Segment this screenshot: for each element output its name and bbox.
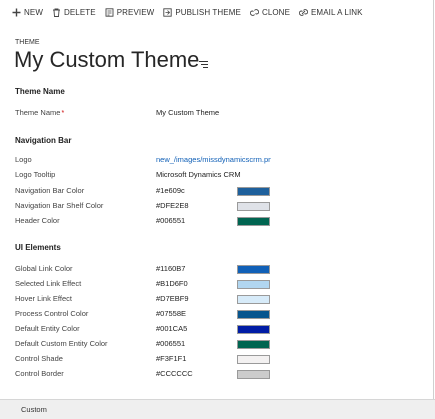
logo-label: Logo [15,155,32,164]
selected-link-effect-label: Selected Link Effect [15,279,82,288]
process-control-color-label: Process Control Color [15,309,89,318]
logo-tooltip-label: Logo Tooltip [15,170,56,179]
publish-theme-button[interactable]: PUBLISH THEME [163,8,241,17]
publish-theme-button-label: PUBLISH THEME [175,7,241,17]
header-color-swatch [237,217,270,226]
footer-status-label: Custom [21,405,47,414]
default-entity-color-row: Default Entity Color #001CA5 [15,324,435,336]
command-bar: NEW DELETE PREVIEW PUBLISH THEME CLONE E… [0,0,435,24]
control-shade-swatch [237,355,270,364]
title-menu-icon[interactable] [199,61,208,70]
hover-link-effect-row: Hover Link Effect #D7EBF9 [15,294,435,306]
email-a-link-button[interactable]: EMAIL A LINK [298,7,363,17]
email-a-link-button-label: EMAIL A LINK [311,7,363,17]
header-color-row: Header Color #006551 [15,216,435,228]
process-control-color-row: Process Control Color #07558E [15,309,435,321]
content-divider [433,0,434,400]
logo-tooltip-field[interactable]: Microsoft Dynamics CRM [156,170,271,179]
nav-bar-shelf-color-swatch [237,202,270,211]
control-border-label: Control Border [15,369,64,378]
default-custom-entity-color-label: Default Custom Entity Color [15,339,108,348]
logo-link[interactable]: new_/images/missdynamicscrm.png [156,155,271,164]
entity-type-label: THEME [15,39,40,46]
default-custom-entity-color-row: Default Custom Entity Color #006551 [15,339,435,351]
header-color-label: Header Color [15,216,60,225]
clone-icon [249,8,260,17]
section-title-ui-elements: UI Elements [15,243,61,252]
clone-button-label: CLONE [261,7,290,17]
nav-bar-shelf-color-row: Navigation Bar Shelf Color #DFE2E8 [15,201,435,213]
theme-name-row: Theme Name* My Custom Theme [15,108,435,120]
nav-bar-color-swatch [237,187,270,196]
preview-icon [105,7,114,17]
control-border-swatch [237,370,270,379]
default-entity-color-label: Default Entity Color [15,324,80,333]
global-link-color-label: Global Link Color [15,264,73,273]
selected-link-effect-swatch [237,280,270,289]
global-link-color-swatch [237,265,270,274]
logo-tooltip-row: Logo Tooltip Microsoft Dynamics CRM [15,170,435,182]
preview-button[interactable]: PREVIEW [105,8,155,17]
hover-link-effect-label: Hover Link Effect [15,294,72,303]
selected-link-effect-row: Selected Link Effect #B1D6F0 [15,279,435,291]
control-border-row: Control Border #CCCCCC [15,369,435,381]
trash-icon [52,8,61,17]
default-entity-color-swatch [237,325,270,334]
logo-row: Logo new_/images/missdynamicscrm.png [15,155,435,167]
theme-name-label: Theme Name* [15,108,65,117]
delete-button[interactable]: DELETE [52,8,96,17]
default-custom-entity-color-swatch [237,340,270,349]
plus-icon [12,8,21,17]
process-control-color-swatch [237,310,270,319]
page-title: My Custom Theme [14,47,200,72]
control-shade-label: Control Shade [15,354,63,363]
clone-button[interactable]: CLONE [249,7,290,17]
section-title-theme-name: Theme Name [15,87,65,96]
status-footer: Custom [0,399,435,419]
nav-bar-color-row: Navigation Bar Color #1e609c [15,186,435,198]
new-button[interactable]: NEW [12,8,43,17]
nav-bar-color-label: Navigation Bar Color [15,186,85,195]
email-link-icon [298,8,309,17]
theme-name-field[interactable]: My Custom Theme [156,108,271,117]
new-button-label: NEW [24,7,43,17]
preview-button-label: PREVIEW [116,7,155,17]
hover-link-effect-swatch [237,295,270,304]
required-marker: * [61,110,65,117]
nav-bar-shelf-color-label: Navigation Bar Shelf Color [15,201,104,210]
publish-icon [163,7,172,17]
section-title-navigation-bar: Navigation Bar [15,136,72,145]
delete-button-label: DELETE [63,7,96,17]
control-shade-row: Control Shade #F3F1F1 [15,354,435,366]
global-link-color-row: Global Link Color #1160B7 [15,264,435,276]
